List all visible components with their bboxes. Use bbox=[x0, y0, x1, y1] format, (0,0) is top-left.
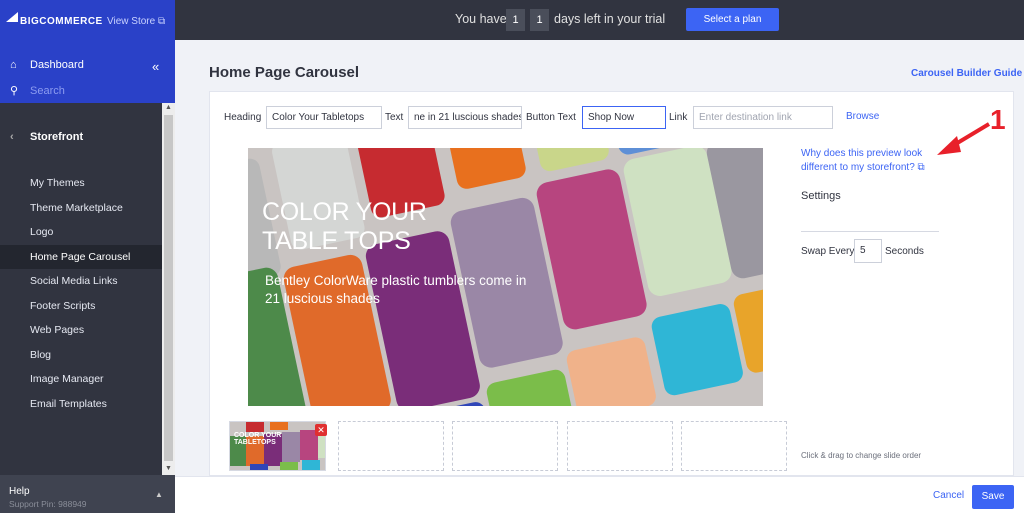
link-label: Link bbox=[669, 112, 688, 123]
heading-label: Heading bbox=[224, 112, 262, 123]
preview-help-label: Why does this preview look different to … bbox=[801, 148, 923, 173]
trial-suffix: days left in your trial bbox=[554, 12, 666, 26]
search-input[interactable]: Search bbox=[30, 85, 65, 97]
button-text-label: Button Text bbox=[526, 112, 576, 123]
annotation-arrow-icon bbox=[937, 122, 991, 155]
save-button[interactable]: Save bbox=[972, 485, 1014, 509]
scrollbar-thumb[interactable] bbox=[164, 115, 173, 461]
empty-slide-slot[interactable] bbox=[567, 421, 673, 471]
sidebar-item-theme-marketplace[interactable]: Theme Marketplace bbox=[0, 196, 162, 220]
view-store-link[interactable]: View Store ⧉ bbox=[107, 16, 165, 27]
seconds-label: Seconds bbox=[885, 246, 924, 257]
bigcommerce-logo[interactable]: BIGCOMMERCE bbox=[6, 12, 102, 28]
sidebar-item-blog[interactable]: Blog bbox=[0, 343, 162, 367]
sidebar: BIGCOMMERCE View Store ⧉ ⌂ Dashboard « ⚲… bbox=[0, 0, 175, 513]
sidebar-item-social-media-links[interactable]: Social Media Links bbox=[0, 269, 162, 293]
settings-heading: Settings bbox=[801, 190, 841, 202]
text-label: Text bbox=[385, 112, 404, 123]
carousel-preview-image: COLOR YOUR TABLE TOPS Bentley ColorWare … bbox=[248, 148, 763, 406]
sidebar-item-home-page-carousel[interactable]: Home Page Carousel bbox=[0, 244, 162, 269]
swap-every-label: Swap Every bbox=[801, 246, 855, 257]
preview-subtext: Bentley ColorWare plastic tumblers come … bbox=[265, 273, 527, 306]
browse-link[interactable]: Browse bbox=[846, 111, 879, 122]
scroll-down-icon[interactable]: ▼ bbox=[165, 465, 172, 472]
sidebar-header: BIGCOMMERCE View Store ⧉ ⌂ Dashboard « ⚲… bbox=[0, 0, 175, 103]
collapse-sidebar-icon[interactable]: « bbox=[152, 59, 159, 74]
button-text-input[interactable]: Shop Now bbox=[582, 106, 666, 129]
sidebar-item-web-pages[interactable]: Web Pages bbox=[0, 318, 162, 342]
brand-name: BIGCOMMERCE bbox=[20, 16, 103, 27]
preview-help-link[interactable]: Why does this preview look different to … bbox=[801, 147, 941, 175]
cancel-button[interactable]: Cancel bbox=[933, 490, 964, 501]
drag-hint: Click & drag to change slide order bbox=[801, 451, 922, 460]
help-label: Help bbox=[9, 486, 30, 497]
trial-bar: You have 1 1 days left in your trial Sel… bbox=[175, 0, 1024, 40]
page-title: Home Page Carousel bbox=[209, 64, 360, 81]
empty-slide-slot[interactable] bbox=[338, 421, 444, 471]
sidebar-item-image-manager[interactable]: Image Manager bbox=[0, 367, 162, 391]
trial-days-digit: 1 bbox=[506, 9, 525, 31]
expand-help-icon[interactable]: ▲ bbox=[155, 490, 163, 499]
dashboard-label: Dashboard bbox=[30, 59, 84, 71]
back-chevron-icon: ‹ bbox=[10, 131, 14, 143]
trial-prefix: You have bbox=[455, 12, 507, 26]
empty-slide-slot[interactable] bbox=[681, 421, 787, 471]
swap-interval-input[interactable]: 5 bbox=[854, 239, 882, 263]
external-link-icon: ⧉ bbox=[157, 16, 166, 27]
external-window-icon: ⧉ bbox=[917, 162, 925, 173]
help-panel[interactable]: Help Support Pin: 988949 ▲ bbox=[0, 475, 175, 513]
thumbnail-photo bbox=[230, 422, 325, 470]
sidebar-item-footer-scripts[interactable]: Footer Scripts bbox=[0, 294, 162, 318]
empty-slide-slot[interactable] bbox=[452, 421, 558, 471]
remove-slide-icon[interactable]: ✕ bbox=[315, 424, 327, 436]
scroll-up-icon[interactable]: ▲ bbox=[165, 104, 172, 111]
footer-bar bbox=[175, 476, 1024, 513]
home-icon: ⌂ bbox=[10, 59, 17, 71]
annotation-number: 1 bbox=[990, 104, 1006, 135]
thumbnail-text: COLOR YOUR TABLETOPS bbox=[234, 432, 282, 446]
link-input[interactable]: Enter destination link bbox=[693, 106, 833, 129]
preview-heading: COLOR YOUR TABLE TOPS bbox=[262, 198, 427, 255]
view-store-label: View Store bbox=[107, 16, 156, 27]
sidebar-item-logo[interactable]: Logo bbox=[0, 220, 162, 244]
logo-chevron-icon bbox=[6, 12, 18, 22]
sidebar-item-my-themes[interactable]: My Themes bbox=[0, 171, 162, 195]
search-icon: ⚲ bbox=[10, 85, 19, 97]
sidebar-item-email-templates[interactable]: Email Templates bbox=[0, 392, 162, 416]
text-input[interactable]: ne in 21 luscious shades bbox=[408, 106, 522, 129]
support-pin: Support Pin: 988949 bbox=[9, 499, 87, 509]
storefront-label: Storefront bbox=[30, 131, 84, 143]
select-plan-button[interactable]: Select a plan bbox=[686, 8, 779, 31]
heading-input[interactable]: Color Your Tabletops bbox=[266, 106, 382, 129]
sidebar-scrollbar[interactable]: ▲ ▼ bbox=[162, 103, 175, 475]
trial-days-digit: 1 bbox=[530, 9, 549, 31]
settings-divider bbox=[801, 231, 939, 232]
slide-thumbnail[interactable]: COLOR YOUR TABLETOPS bbox=[229, 421, 326, 471]
carousel-guide-link[interactable]: Carousel Builder Guide bbox=[911, 68, 1022, 79]
